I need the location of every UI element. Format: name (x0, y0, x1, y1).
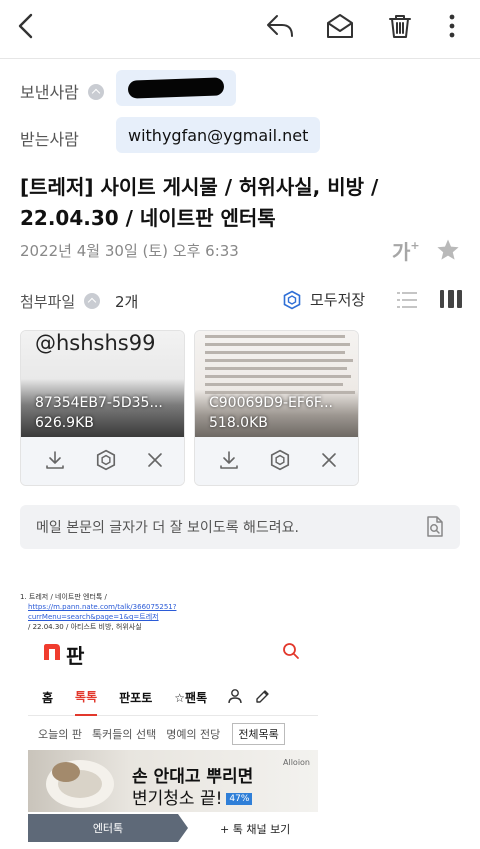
nate-tab-fan: ☆팬톡 (174, 691, 208, 705)
body-link-2[interactable]: currMenu=search&page=1&q=트레저 (28, 612, 320, 622)
embedded-nate-screenshot: 판 홈 톡톡 판포토 ☆팬톡 오늘의 판 톡커들의 선택 명예의 전당 전체목록… (28, 632, 318, 844)
ad-badge: 47% (226, 793, 253, 805)
attachment-size: 626.9KB (35, 415, 94, 431)
subject-line-1: [트레저] 사이트 게시물 / 허위사실, 비방 / (20, 175, 379, 199)
nate-tabs: 홈 톡톡 판포토 ☆팬톡 (28, 680, 318, 716)
list-view-button[interactable] (397, 291, 417, 313)
chevron-left-icon (18, 13, 33, 39)
mail-date: 2022년 4월 30일 (토) 오후 6:33 (20, 242, 239, 260)
more-vertical-icon (449, 14, 455, 38)
nate-tab-home: 홈 (42, 691, 54, 705)
cube-icon (270, 449, 289, 471)
nate-n-icon (42, 642, 62, 667)
back-button[interactable] (8, 8, 44, 44)
save-cloud-button[interactable] (95, 449, 117, 475)
envelope-open-icon (327, 14, 353, 38)
trash-icon (389, 15, 411, 38)
readability-button[interactable] (424, 515, 446, 543)
close-icon (321, 453, 336, 467)
download-icon (219, 451, 238, 469)
nate-subtab-today: 오늘의 판 (38, 728, 82, 741)
attachments-count: 2개 (115, 293, 139, 311)
nate-channel-bar: 엔터톡 + 톡 채널 보기 (28, 814, 318, 842)
nate-subtabs: 오늘의 판 톡커들의 선택 명예의 전당 전체목록 (28, 720, 318, 748)
nate-user-icon (227, 688, 243, 707)
more-button[interactable] (434, 8, 470, 44)
sender-label: 보낸사람 (20, 83, 79, 102)
top-toolbar (0, 0, 480, 50)
toilet-product-image (46, 760, 114, 808)
chevron-up-icon[interactable] (87, 83, 104, 100)
cube-icon (283, 290, 301, 309)
download-icon (45, 451, 64, 469)
mark-unread-button[interactable] (322, 8, 358, 44)
attachment-name: C90069D9-EF6F... (209, 395, 334, 411)
ad-brand: Alloion (283, 758, 310, 767)
recipient-label: 받는사람 (20, 130, 79, 149)
star-icon (437, 239, 459, 260)
nate-subtab-all: 전체목록 (232, 723, 285, 745)
nate-n-icon (44, 644, 60, 660)
save-cloud-button[interactable] (269, 449, 291, 475)
toolbar-divider (0, 58, 480, 59)
nate-search-icon (282, 642, 300, 664)
remove-button[interactable] (320, 451, 338, 473)
body-line-1: 1. 트레저 / 네이트판 엔터톡 / (20, 593, 107, 601)
attachments-toggle[interactable]: 첨부파일 (20, 291, 100, 312)
grid-view-button[interactable] (440, 289, 462, 313)
body-link-1[interactable]: https://m.pann.nate.com/talk/366075251? (28, 602, 320, 612)
download-button[interactable] (44, 449, 66, 475)
ad-line-2: 변기청소 끝! 47% (132, 784, 253, 809)
recipient-chip[interactable]: withygfan@ygmail.net (116, 117, 321, 153)
chevron-up-icon (83, 292, 100, 309)
nate-logo-text: 판 (66, 644, 85, 668)
nate-tab-talk: 톡톡 (75, 680, 98, 716)
star-button[interactable] (436, 238, 460, 266)
save-all-label: 모두저장 (310, 291, 366, 309)
readability-hint-bar[interactable]: 메일 본문의 글자가 더 잘 보이도록 해드려요. (20, 505, 460, 549)
remove-button[interactable] (146, 451, 164, 473)
recipient-row: 받는사람 (20, 126, 79, 150)
redacted-sender (127, 77, 225, 99)
nate-ad-banner: 손 안대고 뿌리면 변기청소 끝! 47% Alloion (28, 750, 318, 812)
nate-tab-photo: 판포토 (119, 691, 153, 705)
nate-subtab-choice: 톡커들의 선택 (91, 728, 157, 741)
delete-button[interactable] (382, 8, 418, 44)
mail-subject: [트레저] 사이트 게시물 / 허위사실, 비방 / 22.04.30 / 네이… (20, 172, 460, 234)
sender-chip[interactable] (116, 70, 236, 106)
document-search-icon (427, 516, 443, 537)
sender-row[interactable]: 보낸사람 (20, 79, 104, 103)
attachment-size: 518.0KB (209, 415, 268, 431)
font-size-button[interactable]: 가+ (392, 236, 420, 265)
nate-logo: 판 (42, 640, 84, 669)
attachments-label: 첨부파일 (20, 293, 76, 311)
nate-more-channels: + 톡 채널 보기 (220, 823, 291, 836)
close-icon (147, 453, 162, 467)
cube-icon (96, 449, 115, 471)
attachment-name: 87354EB7-5D35... (35, 395, 163, 411)
font-size-icon: 가 (392, 240, 411, 264)
nate-write-icon (255, 688, 271, 707)
hint-text: 메일 본문의 글자가 더 잘 보이도록 해드려요. (36, 520, 299, 536)
reply-button[interactable] (262, 8, 298, 44)
reply-icon (267, 15, 293, 37)
body-line-4: / 22.04.30 / 아티스트 비방, 허위사실 (28, 623, 142, 631)
subject-line-2: 22.04.30 / 네이트판 엔터톡 (20, 206, 276, 230)
nate-subtab-fame: 명예의 전당 (166, 728, 221, 741)
mail-body: 1. 트레저 / 네이트판 엔터톡 / https://m.pann.nate.… (20, 592, 320, 632)
attachment-card-2[interactable]: C90069D9-EF6F... 518.0KB (194, 330, 359, 486)
attachment-actions (195, 437, 358, 485)
attachment-card-1[interactable]: @hshshs99 87354EB7-5D35... 626.9KB (20, 330, 185, 486)
list-icon (397, 292, 417, 308)
save-all-button[interactable]: 모두저장 (282, 289, 365, 310)
download-button[interactable] (218, 449, 240, 475)
attachment-actions (21, 437, 184, 485)
recipient-email: withygfan@ygmail.net (128, 125, 309, 145)
thumbnail-text: @hshshs99 (35, 331, 156, 355)
nate-channel-name: 엔터톡 (28, 814, 188, 842)
grid-icon (440, 290, 462, 308)
